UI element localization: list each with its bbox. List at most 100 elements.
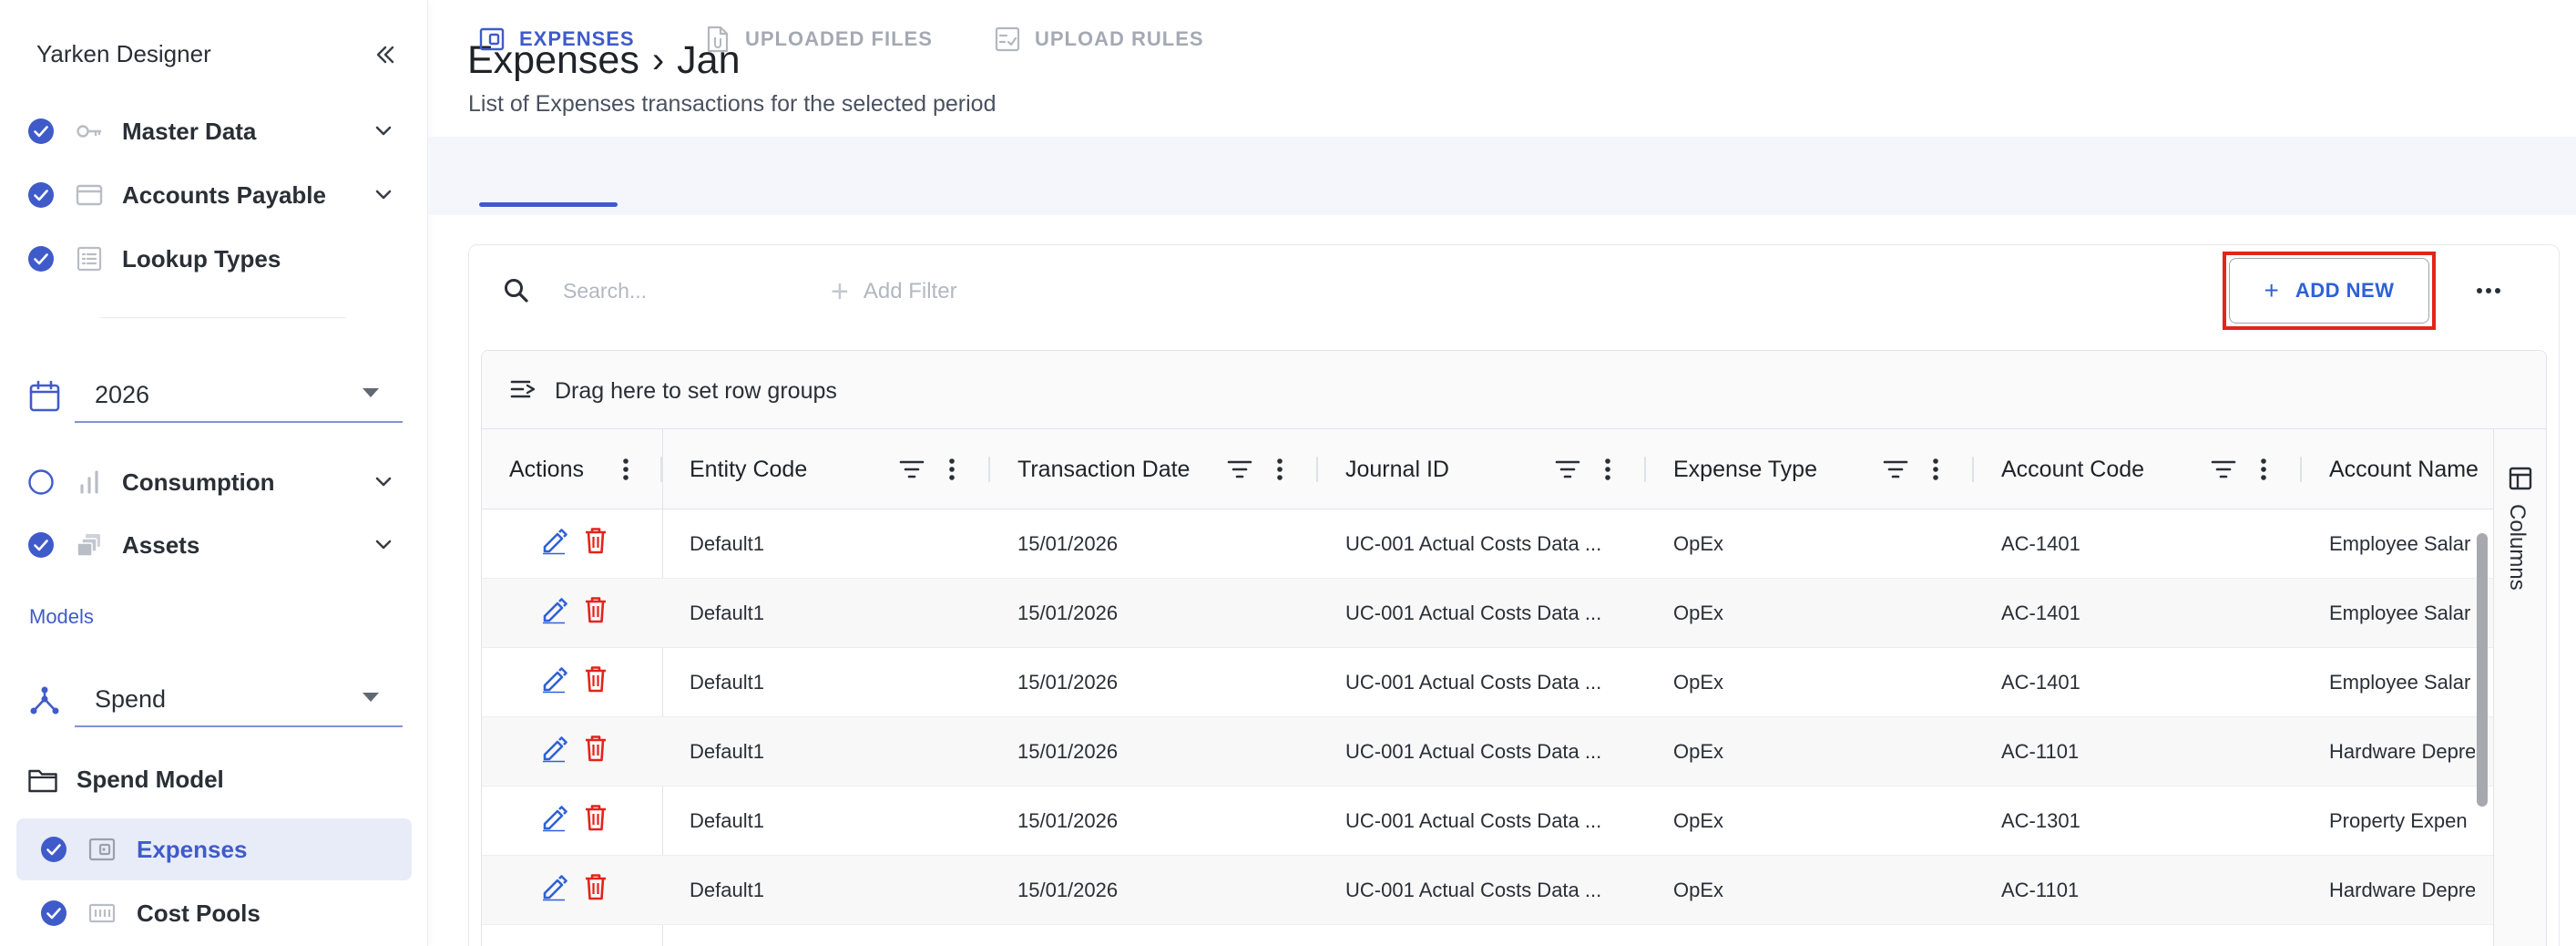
table-row[interactable]: Default1 15/01/2026 UC-001 Actual Costs Da… bbox=[482, 579, 2493, 648]
column-header-label: Transaction Date bbox=[1017, 456, 1191, 482]
vertical-scrollbar[interactable] bbox=[2477, 533, 2488, 807]
column-menu-icon[interactable] bbox=[1604, 457, 1611, 482]
expense-type-cell: OpEx bbox=[1673, 879, 1724, 901]
chevron-down-icon[interactable] bbox=[372, 470, 395, 494]
page-subtitle: List of Expenses transactions for the se… bbox=[468, 91, 997, 117]
more-options-button[interactable] bbox=[2470, 275, 2507, 306]
expense-type-cell: OpEx bbox=[1673, 809, 1724, 832]
chevron-down-icon[interactable] bbox=[372, 119, 395, 143]
table-row[interactable]: Default1 15/01/2026 UC-001 Actual Costs Da… bbox=[482, 648, 2493, 717]
wallet-icon bbox=[88, 838, 116, 861]
row-group-hint: Drag here to set row groups bbox=[555, 378, 837, 404]
column-resize-handle[interactable] bbox=[1316, 457, 1318, 482]
table-row[interactable]: Default1 15/01/2026 UC-001 Actual Costs Da… bbox=[482, 717, 2493, 787]
expense-type-cell: OpEx bbox=[1673, 532, 1724, 555]
account-code-cell: AC-1101 bbox=[2001, 879, 2080, 901]
sidebar-item-consumption[interactable]: Consumption bbox=[27, 460, 401, 504]
table-row[interactable]: Default1 15/01/2026 UC-001 Actual Costs Da… bbox=[482, 856, 2493, 925]
journal-id-cell: UC-001 Actual Costs Data ... bbox=[1345, 532, 1602, 555]
search-icon bbox=[505, 279, 528, 303]
edit-icon[interactable] bbox=[540, 526, 567, 555]
chevron-down-icon[interactable] bbox=[372, 183, 395, 207]
entity-code-cell: Default1 bbox=[690, 532, 764, 555]
delete-icon[interactable] bbox=[582, 526, 609, 555]
table-row[interactable]: Default1 15/01/2026 UC-001 Actual Costs Da… bbox=[482, 509, 2493, 579]
sidebar-item-lookup-types[interactable]: Lookup Types bbox=[27, 237, 401, 281]
column-menu-icon[interactable] bbox=[1276, 457, 1283, 482]
sidebar-item-label: Accounts Payable bbox=[122, 180, 326, 209]
column-menu-icon[interactable] bbox=[1932, 457, 1939, 482]
filter-icon[interactable] bbox=[899, 459, 925, 479]
transaction-date-cell: 15/01/2026 bbox=[1017, 740, 1119, 763]
check-circle-icon bbox=[28, 182, 54, 208]
account-code-cell: AC-1401 bbox=[2001, 532, 2080, 555]
plus-icon: + bbox=[831, 274, 849, 309]
dropdown-arrow-icon bbox=[363, 388, 379, 397]
sidebar-item-assets[interactable]: Assets bbox=[27, 523, 401, 567]
tab-uploaded-files[interactable]: UPLOADED FILES bbox=[705, 0, 933, 78]
sidebar-item-cost-pools[interactable]: Cost Pools bbox=[16, 882, 412, 944]
rule-checklist-icon bbox=[995, 26, 1020, 52]
column-menu-icon[interactable] bbox=[948, 457, 956, 482]
column-resize-handle[interactable] bbox=[2300, 457, 2302, 482]
add-filter-button[interactable]: + Add Filter bbox=[831, 273, 957, 310]
column-header-label: Entity Code bbox=[690, 456, 808, 482]
column-header-account-code[interactable]: Account Code bbox=[2001, 429, 2302, 509]
edit-icon[interactable] bbox=[540, 734, 567, 763]
filter-icon[interactable] bbox=[1555, 459, 1580, 479]
delete-icon[interactable] bbox=[582, 803, 609, 832]
sidebar-item-expenses[interactable]: Expenses bbox=[16, 818, 412, 880]
column-header-label: Expense Type bbox=[1673, 456, 1817, 482]
column-resize-handle[interactable] bbox=[988, 457, 990, 482]
delete-icon[interactable] bbox=[582, 872, 609, 901]
year-select-field[interactable]: 2026 bbox=[75, 363, 403, 423]
journal-id-cell: UC-001 Actual Costs Data ... bbox=[1345, 740, 1602, 763]
account-code-cell: AC-1301 bbox=[2001, 809, 2080, 832]
delete-icon[interactable] bbox=[582, 664, 609, 694]
grid-pool-icon bbox=[88, 903, 116, 923]
delete-icon[interactable] bbox=[582, 734, 609, 763]
column-header-expense-type[interactable]: Expense Type bbox=[1673, 429, 1974, 509]
spend-model-folder[interactable]: Spend Model bbox=[27, 766, 224, 794]
model-select-field[interactable]: Spend bbox=[75, 667, 403, 727]
filter-icon[interactable] bbox=[2211, 459, 2236, 479]
tab-expenses[interactable]: EXPENSES bbox=[479, 0, 635, 78]
models-section-label: Models bbox=[29, 605, 94, 628]
column-resize-handle[interactable] bbox=[1644, 457, 1646, 482]
edit-icon[interactable] bbox=[540, 595, 567, 624]
search-input[interactable] bbox=[547, 270, 783, 312]
sidebar-item-master-data[interactable]: Master Data bbox=[27, 109, 401, 153]
row-group-drop-zone[interactable]: Drag here to set row groups bbox=[482, 351, 2546, 429]
edit-icon[interactable] bbox=[540, 803, 567, 832]
column-header-account-name[interactable]: Account Name bbox=[2329, 429, 2493, 509]
column-header-entity-code[interactable]: Entity Code bbox=[690, 429, 990, 509]
column-menu-icon[interactable] bbox=[622, 457, 629, 482]
filter-icon[interactable] bbox=[1883, 459, 1908, 479]
account-name-cell: Hardware Depre bbox=[2329, 879, 2475, 901]
delete-icon[interactable] bbox=[582, 595, 609, 624]
edit-icon[interactable] bbox=[540, 664, 567, 694]
filter-icon[interactable] bbox=[1227, 459, 1252, 479]
sidebar-item-label: Lookup Types bbox=[122, 244, 281, 272]
more-icon bbox=[2477, 288, 2482, 293]
account-code-cell: AC-1401 bbox=[2001, 671, 2080, 694]
tab-bar bbox=[428, 137, 2576, 215]
chevron-down-icon[interactable] bbox=[372, 533, 395, 557]
table-row[interactable]: Default1 15/01/2026 UC-001 Actual Costs Da… bbox=[482, 787, 2493, 856]
transaction-date-cell: 15/01/2026 bbox=[1017, 602, 1119, 624]
sidebar-item-accounts-payable[interactable]: Accounts Payable bbox=[27, 173, 401, 217]
sidebar-item-label: Consumption bbox=[122, 468, 275, 496]
sidebar-item-label: Expenses bbox=[137, 835, 248, 863]
columns-panel-toggle[interactable]: Columns bbox=[2499, 460, 2542, 606]
year-select[interactable]: 2026 bbox=[27, 363, 403, 427]
column-header-journal-id[interactable]: Journal ID bbox=[1345, 429, 1646, 509]
column-menu-icon[interactable] bbox=[2260, 457, 2267, 482]
add-new-button[interactable]: + ADD NEW bbox=[2229, 258, 2429, 324]
tab-upload-rules[interactable]: UPLOAD RULES bbox=[995, 0, 1204, 78]
wallet-icon bbox=[479, 27, 505, 51]
column-resize-handle[interactable] bbox=[1972, 457, 1974, 482]
edit-icon[interactable] bbox=[540, 872, 567, 901]
column-header-transaction-date[interactable]: Transaction Date bbox=[1017, 429, 1318, 509]
collapse-sidebar-icon[interactable] bbox=[370, 40, 399, 69]
model-select[interactable]: Spend bbox=[27, 667, 403, 731]
